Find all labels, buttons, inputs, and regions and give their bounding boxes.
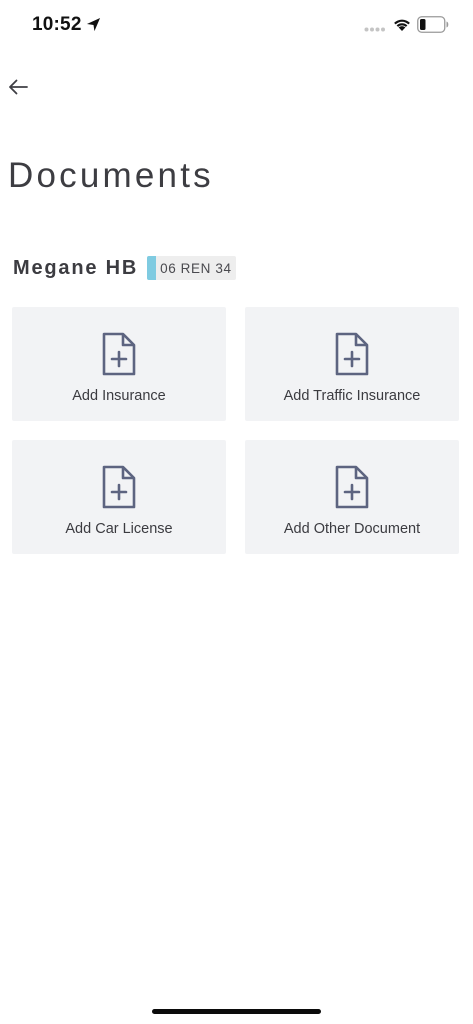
add-traffic-insurance-label: Add Traffic Insurance [283,388,421,404]
add-other-document-label: Add Other Document [283,521,421,537]
battery-icon [417,16,449,33]
add-insurance-label: Add Insurance [72,388,166,404]
add-car-license-card[interactable]: Add Car License [12,440,226,554]
license-plate-number: 06 REN 34 [160,260,232,276]
file-plus-icon [102,465,136,509]
back-button[interactable] [6,74,32,100]
wifi-icon [394,19,410,31]
status-time: 10:52 [32,14,82,35]
file-plus-icon [335,465,369,509]
file-plus-icon [102,332,136,376]
add-insurance-card[interactable]: Add Insurance [12,307,226,421]
arrow-left-icon [9,79,28,95]
add-traffic-insurance-card[interactable]: Add Traffic Insurance [245,307,459,421]
file-plus-icon [335,332,369,376]
cellular-signal-icon [364,27,385,32]
add-car-license-label: Add Car License [65,521,173,537]
plate-color-strip [147,256,157,280]
location-arrow-icon [86,17,101,32]
add-other-document-card[interactable]: Add Other Document [245,440,459,554]
vehicle-name: Megane HB [13,256,139,279]
vehicle-header: Megane HB 06 REN 34 [13,255,236,281]
status-bar: 10:52 [0,0,473,50]
home-indicator[interactable] [152,1009,321,1014]
page-title: Documents [8,156,214,195]
license-plate-badge: 06 REN 34 [147,256,236,280]
